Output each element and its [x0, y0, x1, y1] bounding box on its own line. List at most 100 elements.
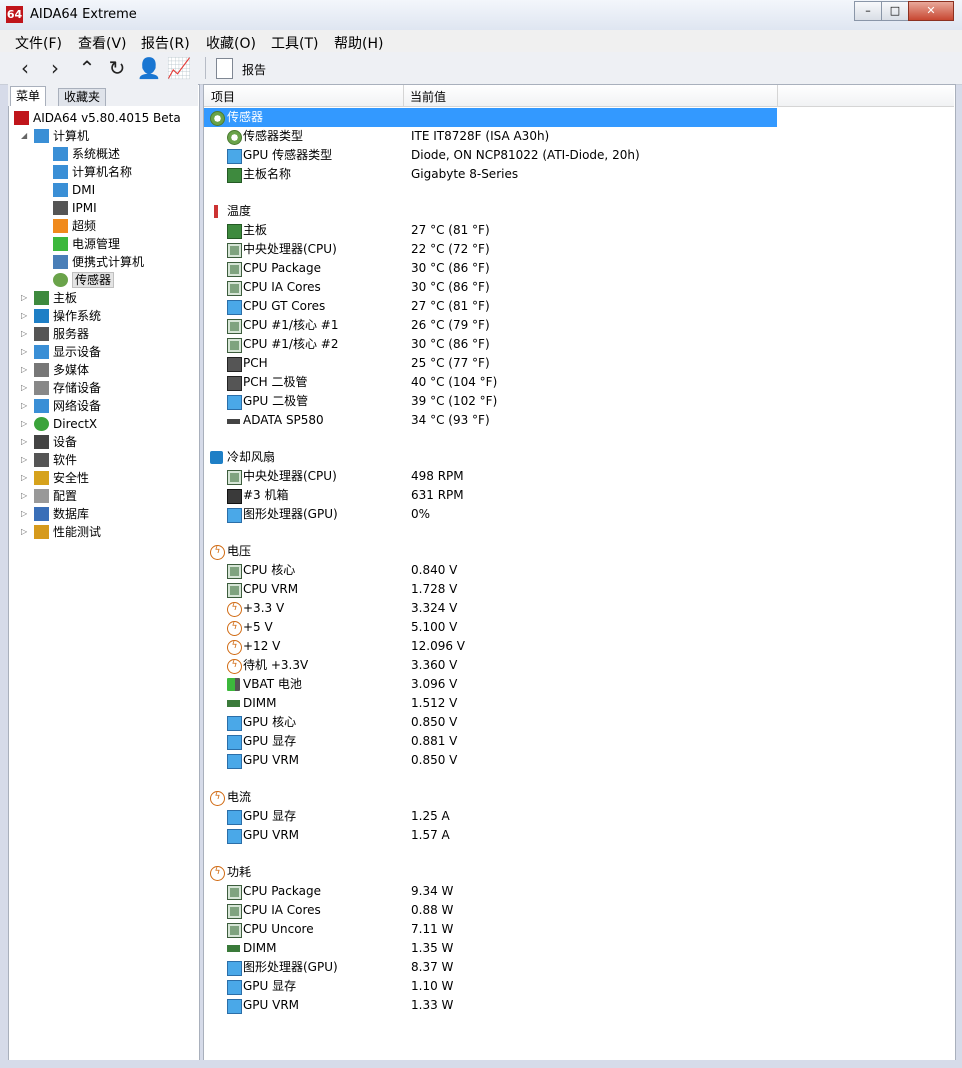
sensor-row[interactable]: CPU Package 30 °C (86 °F): [204, 259, 777, 278]
sensor-row[interactable]: CPU Uncore 7.11 W: [204, 920, 777, 939]
sensor-row[interactable]: GPU 显存 1.10 W: [204, 977, 777, 996]
tree-item[interactable]: 显示设备: [34, 343, 101, 361]
section-header[interactable]: 传感器: [204, 108, 777, 127]
tree-item[interactable]: 安全性: [34, 469, 89, 487]
section-header[interactable]: ϟ 电流: [204, 788, 777, 807]
tree-item[interactable]: 主板: [34, 289, 77, 307]
sensor-row[interactable]: CPU GT Cores 27 °C (81 °F): [204, 297, 777, 316]
sensor-row[interactable]: GPU VRM 1.57 A: [204, 826, 777, 845]
sensor-row[interactable]: 传感器类型 ITE IT8728F (ISA A30h): [204, 127, 777, 146]
section-header[interactable]: ϟ 电压: [204, 542, 777, 561]
tree-expander-icon[interactable]: ▷: [21, 307, 29, 325]
tree-item[interactable]: 数据库: [34, 505, 89, 523]
tree-item[interactable]: 软件: [34, 451, 77, 469]
tree-expander-icon[interactable]: ▷: [21, 523, 29, 541]
sensor-row[interactable]: 主板 27 °C (81 °F): [204, 221, 777, 240]
tree-expander-icon[interactable]: ▷: [21, 289, 29, 307]
tab-favorites[interactable]: 收藏夹: [58, 88, 107, 106]
sensor-row[interactable]: GPU VRM 0.850 V: [204, 751, 777, 770]
tree-item[interactable]: 系统概述: [53, 145, 120, 163]
tree-item[interactable]: 设备: [34, 433, 77, 451]
sensor-row[interactable]: PCH 25 °C (77 °F): [204, 354, 777, 373]
tree-expander-icon[interactable]: ▷: [21, 325, 29, 343]
column-separator[interactable]: [403, 85, 404, 106]
menu-help[interactable]: 帮助(H): [334, 33, 383, 53]
tree-item[interactable]: 多媒体: [34, 361, 89, 379]
tree-item[interactable]: 计算机名称: [53, 163, 132, 181]
tree-expander-icon[interactable]: ◢: [21, 127, 29, 145]
tree-item[interactable]: 网络设备: [34, 397, 101, 415]
tree-item[interactable]: 超频: [53, 217, 96, 235]
section-header[interactable]: 冷却风扇: [204, 448, 777, 467]
sensor-row[interactable]: GPU 显存 1.25 A: [204, 807, 777, 826]
maximize-button[interactable]: □: [881, 1, 909, 21]
sensor-row[interactable]: GPU 显存 0.881 V: [204, 732, 777, 751]
sensor-row[interactable]: 中央处理器(CPU) 498 RPM: [204, 467, 777, 486]
sensor-row[interactable]: CPU VRM 1.728 V: [204, 580, 777, 599]
tree-item[interactable]: AIDA64 v5.80.4015 Beta: [14, 109, 181, 127]
sensor-row[interactable]: VBAT 电池 3.096 V: [204, 675, 777, 694]
sensor-row[interactable]: PCH 二极管 40 °C (104 °F): [204, 373, 777, 392]
report-button-label[interactable]: 报告: [242, 61, 266, 78]
tree-expander-icon[interactable]: ▷: [21, 343, 29, 361]
tree-item[interactable]: 计算机: [34, 127, 89, 145]
sensor-row[interactable]: 图形处理器(GPU) 0%: [204, 505, 777, 524]
tree-expander-icon[interactable]: ▷: [21, 487, 29, 505]
tree-item[interactable]: 存储设备: [34, 379, 101, 397]
menu-tools[interactable]: 工具(T): [271, 33, 318, 53]
sensor-row[interactable]: CPU IA Cores 30 °C (86 °F): [204, 278, 777, 297]
column-item-header[interactable]: 项目: [211, 88, 235, 105]
user-icon[interactable]: 👤: [136, 56, 162, 80]
sensor-row[interactable]: CPU Package 9.34 W: [204, 882, 777, 901]
forward-icon[interactable]: ›: [42, 56, 68, 80]
tree-expander-icon[interactable]: ▷: [21, 505, 29, 523]
column-value-header[interactable]: 当前值: [410, 88, 446, 105]
sensor-row[interactable]: #3 机箱 631 RPM: [204, 486, 777, 505]
tree-item[interactable]: 传感器: [53, 271, 115, 289]
sensor-row[interactable]: ϟ +5 V 5.100 V: [204, 618, 777, 637]
tree-item[interactable]: 配置: [34, 487, 77, 505]
tree-item[interactable]: 性能测试: [34, 523, 101, 541]
menu-file[interactable]: 文件(F): [15, 33, 62, 53]
chart-icon[interactable]: 📈: [166, 56, 192, 80]
tree-item[interactable]: 电源管理: [53, 235, 120, 253]
sensor-row[interactable]: GPU 传感器类型 Diode, ON NCP81022 (ATI-Diode, …: [204, 146, 777, 165]
tab-menu[interactable]: 菜单: [10, 86, 47, 106]
sensor-row[interactable]: ADATA SP580 34 °C (93 °F): [204, 411, 777, 430]
sensor-row[interactable]: 主板名称 Gigabyte 8-Series: [204, 165, 777, 184]
sensor-row[interactable]: GPU 核心 0.850 V: [204, 713, 777, 732]
menu-view[interactable]: 查看(V): [78, 33, 127, 53]
sensor-row[interactable]: GPU VRM 1.33 W: [204, 996, 777, 1015]
tree-expander-icon[interactable]: ▷: [21, 451, 29, 469]
sensor-row[interactable]: 图形处理器(GPU) 8.37 W: [204, 958, 777, 977]
tree-item[interactable]: DirectX: [34, 415, 97, 433]
menu-favorites[interactable]: 收藏(O): [206, 33, 256, 53]
sensor-row[interactable]: DIMM 1.35 W: [204, 939, 777, 958]
section-header[interactable]: 温度: [204, 202, 777, 221]
tree-expander-icon[interactable]: ▷: [21, 379, 29, 397]
sensor-row[interactable]: GPU 二极管 39 °C (102 °F): [204, 392, 777, 411]
sensor-row[interactable]: CPU IA Cores 0.88 W: [204, 901, 777, 920]
sensor-row[interactable]: DIMM 1.512 V: [204, 694, 777, 713]
sensor-row[interactable]: ϟ 待机 +3.3V 3.360 V: [204, 656, 777, 675]
tree-item[interactable]: 操作系统: [34, 307, 101, 325]
tree-expander-icon[interactable]: ▷: [21, 433, 29, 451]
sensor-row[interactable]: 中央处理器(CPU) 22 °C (72 °F): [204, 240, 777, 259]
tree-expander-icon[interactable]: ▷: [21, 397, 29, 415]
sensor-row[interactable]: ϟ +3.3 V 3.324 V: [204, 599, 777, 618]
tree-item[interactable]: IPMI: [53, 199, 97, 217]
tree-expander-icon[interactable]: ▷: [21, 469, 29, 487]
tree-item[interactable]: DMI: [53, 181, 95, 199]
up-icon[interactable]: ⌃: [74, 56, 100, 80]
sensor-row[interactable]: CPU 核心 0.840 V: [204, 561, 777, 580]
back-icon[interactable]: ‹: [12, 56, 38, 80]
close-button[interactable]: ✕: [908, 1, 954, 21]
tree-expander-icon[interactable]: ▷: [21, 361, 29, 379]
refresh-icon[interactable]: ↻: [104, 56, 130, 80]
menu-report[interactable]: 报告(R): [141, 33, 190, 53]
minimize-button[interactable]: –: [854, 1, 882, 21]
report-icon[interactable]: [216, 58, 233, 79]
tree-item[interactable]: 服务器: [34, 325, 89, 343]
section-header[interactable]: ϟ 功耗: [204, 863, 777, 882]
tree-expander-icon[interactable]: ▷: [21, 415, 29, 433]
